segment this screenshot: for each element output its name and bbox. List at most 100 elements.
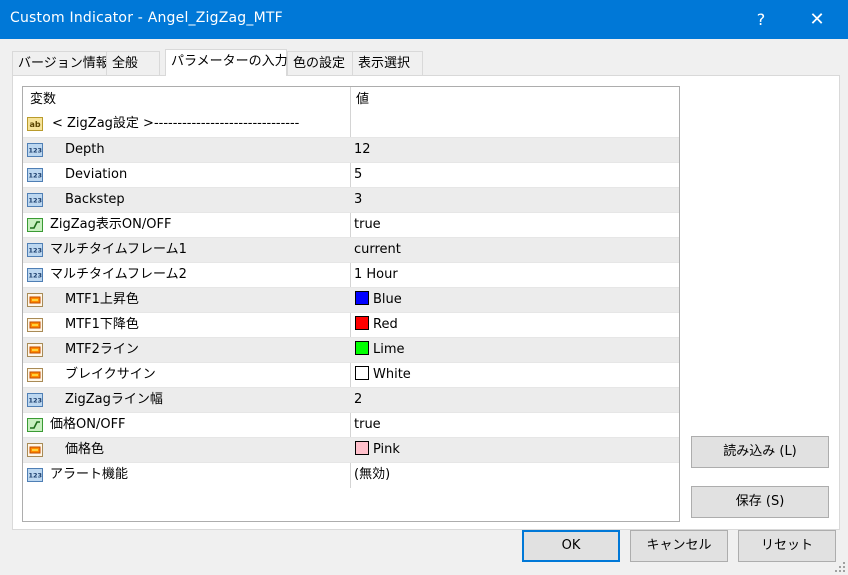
parameter-name: MTF1下降色 bbox=[65, 317, 139, 332]
parameter-row[interactable]: MTF2ライン Lime bbox=[23, 337, 679, 362]
column-header-value[interactable]: 値 bbox=[356, 87, 369, 112]
int-123-icon: 123 bbox=[27, 242, 43, 258]
int-123-icon: 123 bbox=[27, 467, 43, 483]
ok-button[interactable]: OK bbox=[522, 530, 620, 562]
parameter-value-text: true bbox=[354, 417, 381, 432]
svg-text:123: 123 bbox=[29, 172, 43, 180]
parameter-name: Depth bbox=[65, 142, 105, 157]
color-swatch bbox=[355, 441, 369, 455]
color-swatch bbox=[355, 316, 369, 330]
parameter-value-text: true bbox=[354, 217, 381, 232]
parameter-value-text: Lime bbox=[373, 342, 405, 357]
parameters-grid[interactable]: 変数 値 ab < ZigZag設定 >---------------------… bbox=[22, 86, 680, 522]
parameter-value[interactable]: true bbox=[354, 213, 381, 237]
save-button[interactable]: 保存 (S) bbox=[691, 486, 829, 518]
parameter-row[interactable]: 123 Backstep 3 bbox=[23, 187, 679, 212]
svg-text:123: 123 bbox=[29, 472, 43, 480]
bool-toggle-icon bbox=[27, 217, 43, 233]
svg-text:ab: ab bbox=[30, 120, 41, 129]
svg-text:123: 123 bbox=[29, 272, 43, 280]
tab-version-info[interactable]: バージョン情報 bbox=[12, 51, 109, 75]
parameter-value-text: 2 bbox=[354, 392, 363, 407]
window-title: Custom Indicator - Angel_ZigZag_MTF bbox=[10, 10, 283, 26]
cancel-button[interactable]: キャンセル bbox=[630, 530, 728, 562]
parameter-value[interactable]: 3 bbox=[354, 188, 362, 212]
color-icon bbox=[27, 342, 43, 358]
parameter-name: Backstep bbox=[65, 192, 125, 207]
parameter-value-text: 1 Hour bbox=[354, 267, 398, 282]
parameter-row[interactable]: 123 マルチタイムフレーム2 1 Hour bbox=[23, 262, 679, 287]
parameter-row[interactable]: ab < ZigZag設定 >--------------------------… bbox=[23, 112, 679, 137]
int-123-icon: 123 bbox=[27, 142, 43, 158]
close-button[interactable]: ✕ bbox=[794, 0, 840, 39]
parameter-value[interactable]: White bbox=[354, 363, 411, 387]
parameter-value[interactable]: current bbox=[354, 238, 401, 262]
help-button[interactable]: ? bbox=[738, 0, 784, 39]
int-123-icon: 123 bbox=[27, 267, 43, 283]
parameter-value[interactable]: Pink bbox=[354, 438, 400, 462]
parameter-value[interactable]: (無効) bbox=[354, 463, 390, 487]
tab-visualization[interactable]: 表示選択 bbox=[352, 51, 423, 75]
reset-button[interactable]: リセット bbox=[738, 530, 836, 562]
parameter-row[interactable]: 価格色 Pink bbox=[23, 437, 679, 462]
parameter-row[interactable]: 123 アラート機能 (無効) bbox=[23, 462, 679, 487]
column-header-variable[interactable]: 変数 bbox=[30, 87, 56, 112]
parameter-row[interactable]: ZigZag表示ON/OFF true bbox=[23, 212, 679, 237]
parameter-row[interactable]: 123 ZigZagライン幅 2 bbox=[23, 387, 679, 412]
int-123-icon: 123 bbox=[27, 167, 43, 183]
parameter-name: ZigZag表示ON/OFF bbox=[50, 217, 172, 232]
ab-string-icon: ab bbox=[27, 116, 43, 132]
svg-text:123: 123 bbox=[29, 147, 43, 155]
parameter-name: MTF1上昇色 bbox=[65, 292, 139, 307]
tab-input-parameters[interactable]: パラメーターの入力 bbox=[165, 49, 288, 76]
parameter-name: Deviation bbox=[65, 167, 128, 182]
color-swatch bbox=[355, 341, 369, 355]
parameter-value-text: 3 bbox=[354, 192, 363, 207]
svg-text:123: 123 bbox=[29, 247, 43, 255]
parameter-value[interactable]: 1 Hour bbox=[354, 263, 398, 287]
tab-general[interactable]: 全般 bbox=[106, 51, 160, 75]
parameter-row[interactable]: MTF1下降色 Red bbox=[23, 312, 679, 337]
parameter-name: 価格ON/OFF bbox=[50, 417, 126, 432]
color-icon bbox=[27, 292, 43, 308]
parameter-value-text: White bbox=[373, 367, 411, 382]
int-123-icon: 123 bbox=[27, 192, 43, 208]
parameter-row[interactable]: 123 マルチタイムフレーム1 current bbox=[23, 237, 679, 262]
parameter-row[interactable]: 123 Deviation 5 bbox=[23, 162, 679, 187]
tab-colors[interactable]: 色の設定 bbox=[287, 51, 353, 75]
parameter-name: < ZigZag設定 >----------------------------… bbox=[52, 116, 300, 131]
parameter-row[interactable]: 123 Depth 12 bbox=[23, 137, 679, 162]
parameter-value[interactable]: 12 bbox=[354, 138, 371, 162]
load-button[interactable]: 読み込み (L) bbox=[691, 436, 829, 468]
parameter-row[interactable]: ブレイクサイン White bbox=[23, 362, 679, 387]
parameter-value-text: current bbox=[354, 242, 401, 257]
bool-toggle-icon bbox=[27, 417, 43, 433]
title-bar: Custom Indicator - Angel_ZigZag_MTF ? ✕ bbox=[0, 0, 848, 39]
parameter-value-text: Pink bbox=[373, 442, 400, 457]
parameter-row[interactable]: 価格ON/OFF true bbox=[23, 412, 679, 437]
parameter-value-text: 12 bbox=[354, 142, 371, 157]
parameter-row[interactable]: MTF1上昇色 Blue bbox=[23, 287, 679, 312]
parameter-name: マルチタイムフレーム1 bbox=[50, 242, 187, 257]
resize-grip-icon[interactable] bbox=[834, 561, 846, 573]
int-123-icon: 123 bbox=[27, 392, 43, 408]
parameter-name: 価格色 bbox=[65, 442, 105, 457]
parameter-value-text: Red bbox=[373, 317, 398, 332]
parameter-value-text: 5 bbox=[354, 167, 363, 182]
parameter-value[interactable]: true bbox=[354, 413, 381, 437]
color-icon bbox=[27, 367, 43, 383]
color-icon bbox=[27, 442, 43, 458]
parameter-name: ブレイクサイン bbox=[65, 367, 156, 382]
parameter-value[interactable]: Blue bbox=[354, 288, 402, 312]
svg-text:123: 123 bbox=[29, 197, 43, 205]
parameter-value[interactable]: Lime bbox=[354, 338, 405, 362]
parameter-value-text: (無効) bbox=[354, 467, 391, 482]
parameter-name: アラート機能 bbox=[50, 467, 129, 482]
parameter-value[interactable]: 5 bbox=[354, 163, 362, 187]
svg-text:123: 123 bbox=[29, 397, 43, 405]
parameter-value[interactable]: 2 bbox=[354, 388, 362, 412]
parameter-name: マルチタイムフレーム2 bbox=[50, 267, 187, 282]
color-swatch bbox=[355, 291, 369, 305]
parameter-name: ZigZagライン幅 bbox=[65, 392, 163, 407]
parameter-value[interactable]: Red bbox=[354, 313, 398, 337]
